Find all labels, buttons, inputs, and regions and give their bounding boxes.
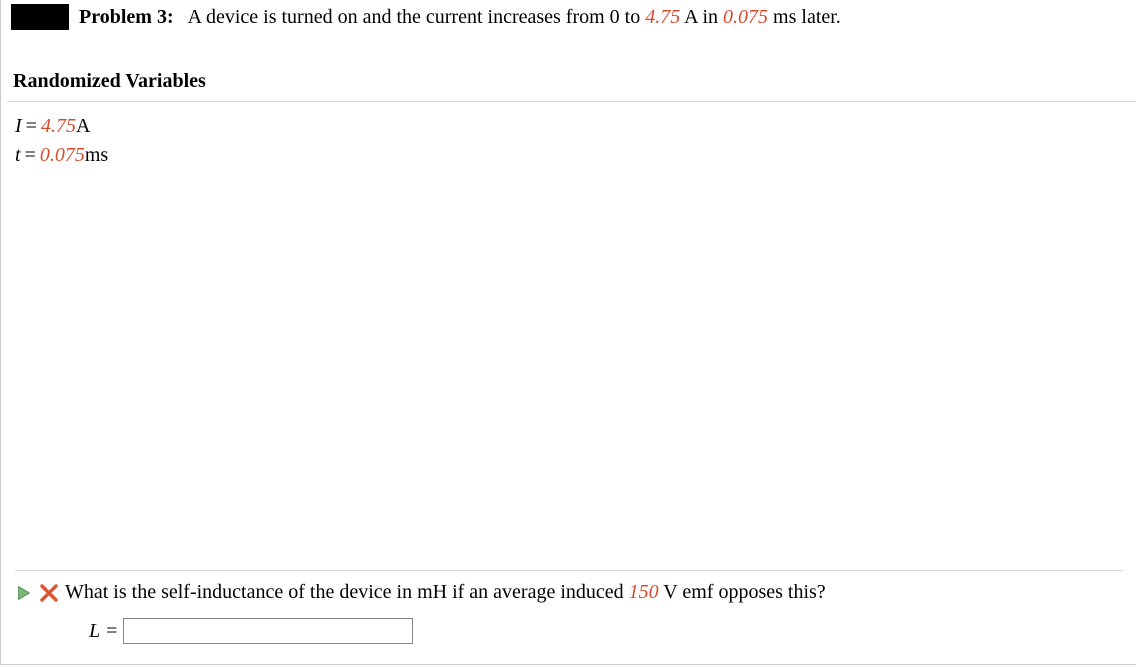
question-row: What is the self-inductance of the devic… [15,581,1122,604]
question-suffix: V emf opposes this? [659,581,826,603]
question-text: What is the self-inductance of the devic… [65,581,826,604]
incorrect-x-icon[interactable] [39,583,59,603]
answer-input[interactable] [123,618,413,644]
problem-current-value: 4.75 [645,6,680,28]
var-I-name: I [15,112,22,141]
answer-label: L [89,620,100,643]
answer-eq: = [106,620,117,643]
problem-text-prefix: A device is turned on and the current in… [188,6,646,28]
randomized-variables-heading: Randomized Variables [1,40,1136,101]
question-emf-value: 150 [629,581,659,603]
var-I-value: 4.75 [41,112,76,141]
var-t-eq: = [25,141,36,170]
variables-block: I = 4.75 A t = 0.075 ms [1,102,1136,180]
question-prefix: What is the self-inductance of the devic… [65,581,629,603]
problem-text-suffix: ms later. [768,6,841,28]
var-I-unit: A [76,112,90,141]
var-t-unit: ms [85,141,108,170]
answer-row: L = [89,618,1122,644]
var-I-eq: = [26,112,37,141]
question-divider [15,570,1122,571]
question-section: What is the self-inductance of the devic… [1,564,1136,664]
var-t-value: 0.075 [40,141,85,170]
problem-statement: A device is turned on and the current in… [188,6,841,29]
var-t-name: t [15,141,21,170]
variable-I: I = 4.75 A [15,112,1122,141]
problem-header: Problem 3: A device is turned on and the… [1,0,1136,40]
problem-number-label: Problem 3: [79,6,174,29]
problem-text-mid: A in [680,6,723,28]
problem-time-value: 0.075 [723,6,768,28]
variable-t: t = 0.075 ms [15,141,1122,170]
problem-container: Problem 3: A device is turned on and the… [0,0,1136,665]
redacted-box [11,4,69,30]
play-icon[interactable] [15,584,33,602]
